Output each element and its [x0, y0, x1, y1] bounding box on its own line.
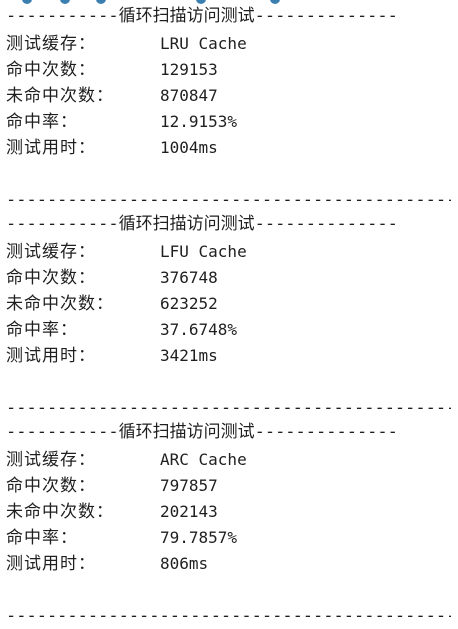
cache-label: 测试缓存： — [6, 242, 96, 262]
misses-label: 未命中次数： — [6, 86, 114, 106]
duration-label: 测试用时： — [6, 554, 96, 574]
cache-value: LFU Cache — [160, 242, 247, 261]
cache-value: ARC Cache — [160, 450, 247, 469]
misses-label: 未命中次数： — [6, 294, 114, 314]
section-title: 循环扫描访问测试 — [118, 422, 255, 442]
hits-value: 797857 — [160, 476, 218, 495]
header-dashes-right: -------------- — [254, 214, 398, 234]
header-dashes-right: -------------- — [254, 6, 398, 26]
header-dashes-right: -------------- — [254, 422, 398, 442]
section-rule: ----------------------------------------… — [6, 398, 451, 418]
header-dashes-left: ----------- — [6, 422, 119, 442]
section-header: -----------循环扫描访问测试-------------- — [6, 3, 398, 29]
section-header: -----------循环扫描访问测试-------------- — [6, 211, 398, 237]
misses-value: 202143 — [160, 502, 218, 521]
hit-rate-value: 12.9153% — [160, 112, 238, 131]
console-output: -----------循环扫描访问测试-------------- 测试缓存： … — [0, 0, 458, 626]
section-header: -----------循环扫描访问测试-------------- — [6, 419, 398, 445]
hits-label: 命中次数： — [6, 60, 96, 80]
section-rule: ----------------------------------------… — [6, 190, 451, 210]
header-dashes-left: ----------- — [6, 6, 119, 26]
hits-value: 129153 — [160, 60, 218, 79]
hit-rate-label: 命中率： — [6, 320, 78, 340]
section-rule: ----------------------------------------… — [6, 606, 451, 626]
hits-label: 命中次数： — [6, 476, 96, 496]
hit-rate-value: 37.6748% — [160, 320, 238, 339]
duration-label: 测试用时： — [6, 346, 96, 366]
cache-value: LRU Cache — [160, 34, 247, 53]
misses-value: 870847 — [160, 86, 218, 105]
duration-value: 806ms — [160, 554, 209, 573]
hit-rate-label: 命中率： — [6, 112, 78, 132]
duration-label: 测试用时： — [6, 138, 96, 158]
cache-label: 测试缓存： — [6, 450, 96, 470]
duration-value: 3421ms — [160, 346, 218, 365]
duration-value: 1004ms — [160, 138, 218, 157]
hits-label: 命中次数： — [6, 268, 96, 288]
hits-value: 376748 — [160, 268, 218, 287]
hit-rate-value: 79.7857% — [160, 528, 238, 547]
cache-label: 测试缓存： — [6, 34, 96, 54]
misses-value: 623252 — [160, 294, 218, 313]
misses-label: 未命中次数： — [6, 502, 114, 522]
section-title: 循环扫描访问测试 — [118, 6, 255, 26]
header-dashes-left: ----------- — [6, 214, 119, 234]
hit-rate-label: 命中率： — [6, 528, 78, 548]
section-title: 循环扫描访问测试 — [118, 214, 255, 234]
